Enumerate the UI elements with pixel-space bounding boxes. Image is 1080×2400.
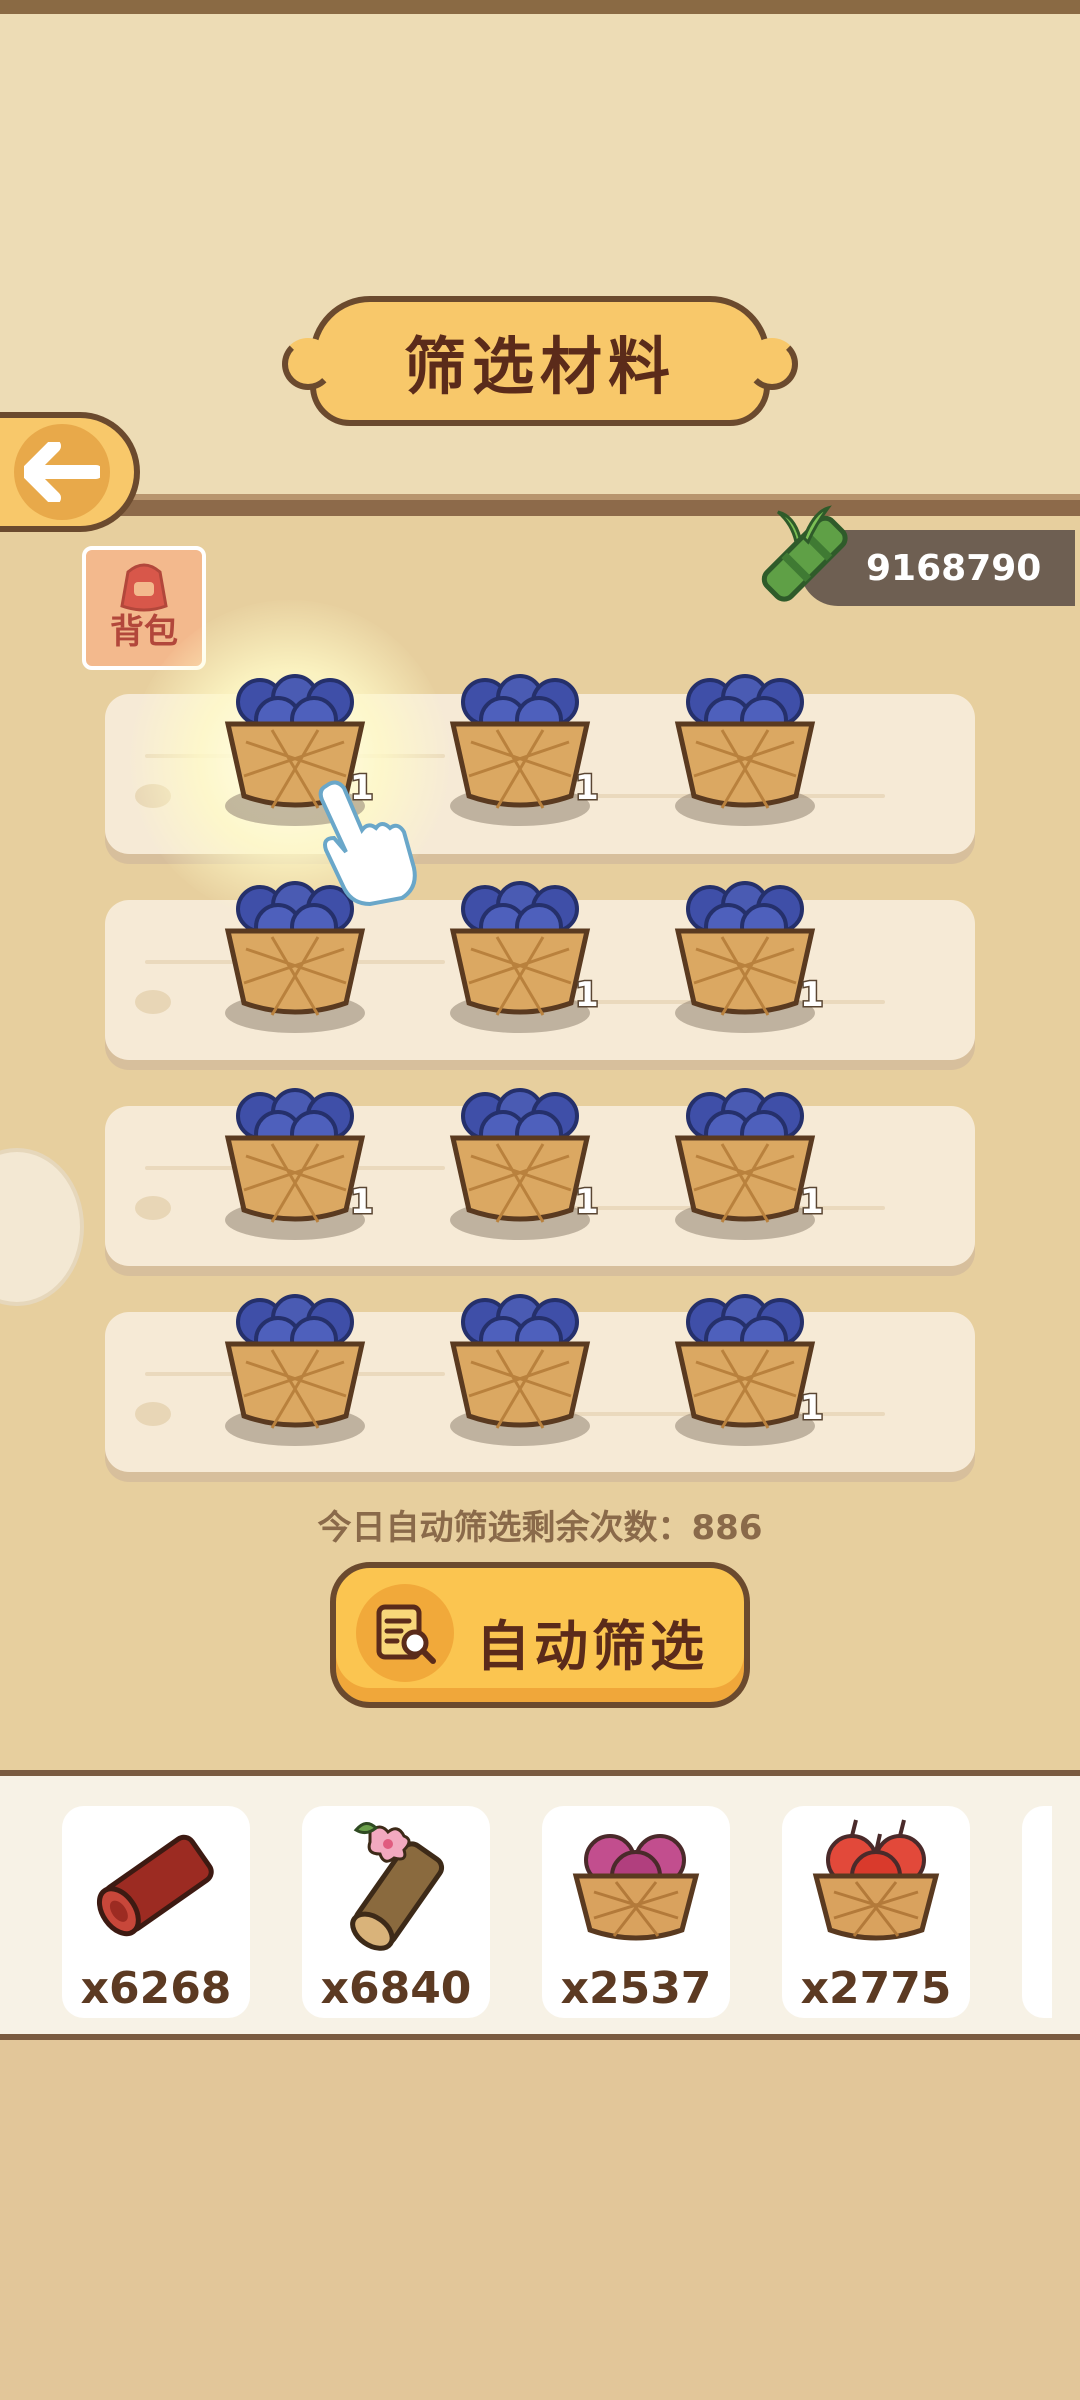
- red-wood-log-icon: [96, 1834, 214, 1937]
- basket-quantity: 1: [574, 767, 601, 810]
- basket-quantity: 1: [574, 1181, 601, 1224]
- inventory-count: x2775: [800, 1963, 952, 2014]
- basket-slot[interactable]: 1: [670, 1082, 830, 1242]
- back-button[interactable]: [0, 412, 140, 532]
- blossom-log-icon: [350, 1822, 445, 1951]
- basket-slot[interactable]: 1: [445, 1082, 605, 1242]
- inventory-card-blossom-log[interactable]: x6840: [302, 1806, 490, 2018]
- auto-filter-label: 自动筛选: [476, 1615, 708, 1678]
- bottom-background: [0, 2040, 1080, 2400]
- bamboo-icon: [761, 505, 848, 602]
- basket-quantity: 1: [574, 974, 601, 1017]
- basket-slot[interactable]: 1: [445, 668, 605, 828]
- inventory-card-apple-basket[interactable]: x2775: [782, 1806, 970, 2018]
- basket-quantity: 1: [799, 1387, 826, 1430]
- apple-basket-icon: [812, 1819, 940, 1941]
- basket-slot[interactable]: 1: [670, 1288, 830, 1448]
- inventory-tray: x6268 x6840 x2537 x2775: [0, 1770, 1080, 2040]
- search-list-icon: [356, 1584, 454, 1682]
- inventory-count: x6268: [80, 1963, 232, 2014]
- arrow-left-icon: [14, 424, 110, 520]
- auto-filter-button[interactable]: 自动筛选: [330, 1562, 750, 1708]
- basket-slot[interactable]: 1: [445, 875, 605, 1035]
- remaining-count-text: 今日自动筛选剩余次数：886: [317, 1508, 763, 1548]
- basket-quantity: 1: [799, 1181, 826, 1224]
- basket-quantity: 1: [349, 1181, 376, 1224]
- basket-slot[interactable]: 1: [220, 1082, 380, 1242]
- basket-slot[interactable]: 1: [670, 875, 830, 1035]
- basket-quantity: 1: [799, 974, 826, 1017]
- title-banner: 筛选材料: [282, 296, 798, 426]
- currency-amount: 9168790: [866, 547, 1042, 589]
- inventory-card-red-wood[interactable]: x6268: [62, 1806, 250, 2018]
- basket-slot[interactable]: [670, 668, 830, 828]
- backpack-icon: [120, 563, 168, 612]
- inventory-card-rose-basket[interactable]: x2537: [542, 1806, 730, 2018]
- inventory-card-partial[interactable]: [1022, 1806, 1052, 2018]
- pointer-hand-icon: [318, 780, 417, 906]
- basket-slot[interactable]: [445, 1288, 605, 1448]
- rose-basket-icon: [572, 1834, 700, 1941]
- top-scene-strip: [0, 0, 1080, 14]
- page-title: 筛选材料: [403, 330, 676, 403]
- inventory-count: x6840: [320, 1963, 472, 2014]
- inventory-count: x2537: [560, 1963, 712, 2014]
- basket-slot[interactable]: [220, 1288, 380, 1448]
